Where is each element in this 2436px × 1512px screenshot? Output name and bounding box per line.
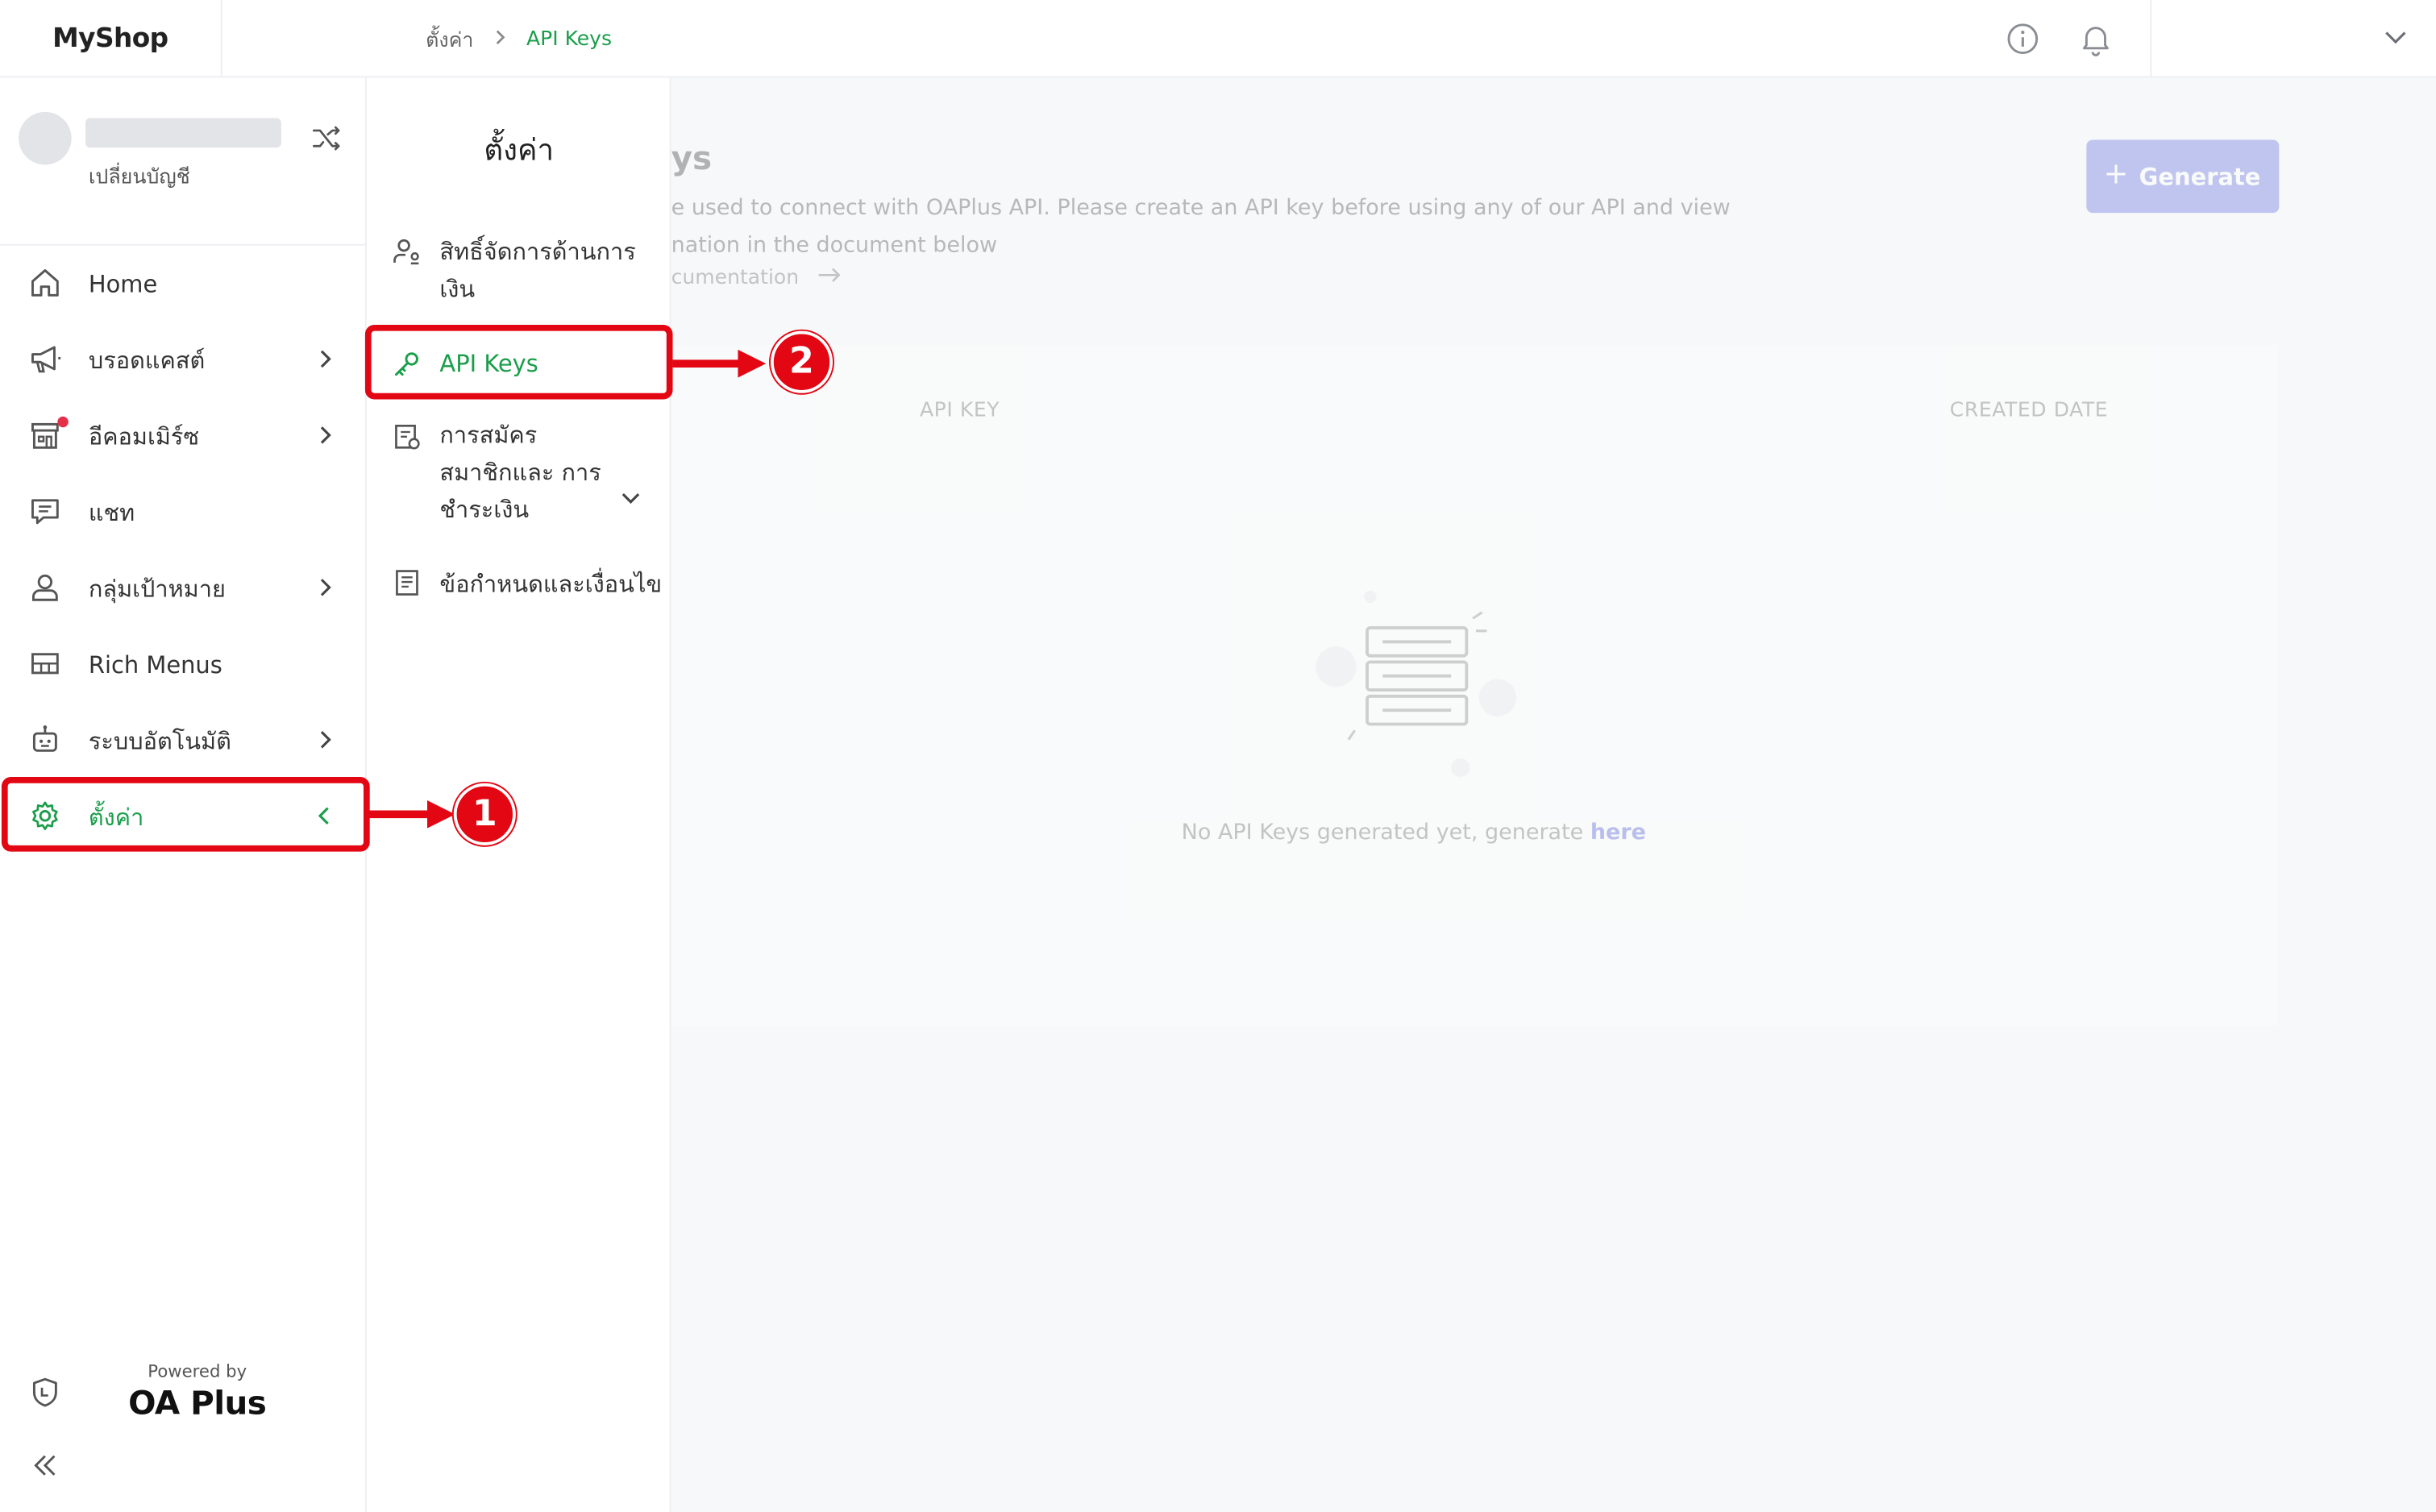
chevron-right-icon [312, 347, 337, 372]
sidebar-item-label: ระบบอัตโนมัติ [88, 726, 231, 755]
callout-number-1: 1 [453, 783, 516, 845]
avatar [19, 111, 72, 165]
callout-highlight-api-keys [364, 324, 673, 400]
column-header-created-date: CREATED DATE [1949, 399, 2109, 423]
shuffle-icon[interactable] [310, 121, 343, 155]
submenu-item-label: การสมัคร [439, 421, 538, 450]
documentation-link-label: cumentation [671, 266, 800, 290]
submenu-item-label-line2: เงิน [439, 275, 476, 303]
sidebar-item-label: Home [88, 269, 158, 298]
app-window: MyShop ตั้งค่า API Keys เปลี่ยนบัญชี Hom… [0, 0, 2436, 1512]
sidebar-item-automation[interactable]: ระบบอัตโนมัติ [0, 703, 367, 779]
breadcrumb-settings[interactable]: ตั้งค่า [426, 23, 473, 56]
powered-by-text: Powered by [148, 1361, 247, 1382]
breadcrumb: ตั้งค่า API Keys [426, 23, 612, 56]
page-description: e used to connect with OAPlus API. Pleas… [671, 189, 1759, 264]
chevron-right-icon [312, 422, 337, 447]
callout-highlight-settings [1, 777, 370, 852]
arrow-right-icon [818, 266, 843, 291]
page-description-line1: e used to connect with OAPlus API. Pleas… [671, 195, 1731, 221]
page-description-line2: nation in the document below [671, 233, 998, 259]
documentation-link[interactable]: cumentation [671, 266, 843, 291]
sidebar-item-home[interactable]: Home [0, 246, 367, 322]
user-icon [28, 571, 62, 604]
layout-icon [28, 646, 62, 680]
submenu-item-label: สิทธิ์จัดการด้านการ [439, 237, 636, 266]
chevron-right-icon [312, 727, 337, 752]
notification-dot [57, 416, 69, 428]
submenu-title: ตั้งค่า [484, 133, 555, 168]
chat-icon [28, 494, 62, 528]
plus-icon [2105, 162, 2126, 190]
home-icon [28, 266, 62, 300]
info-icon[interactable] [2004, 20, 2041, 57]
chevron-down-icon[interactable] [2380, 22, 2412, 53]
app-logo: MyShop [52, 23, 168, 55]
sidebar-nav: Home บรอดแคสต์ อีคอมเมิร์ซ แชท กลุ่มเป้า… [0, 246, 367, 855]
robot-icon [28, 723, 62, 757]
submenu-item-label: ข้อกำหนดและเงื่อนไข [439, 570, 663, 599]
sidebar-item-label: บรอดแคสต์ [88, 346, 206, 374]
sidebar-item-label: แชท [88, 497, 135, 526]
breadcrumb-separator-icon [493, 28, 508, 52]
collapse-sidebar-icon[interactable] [28, 1448, 62, 1482]
switch-account-label[interactable]: เปลี่ยนบัญชี [89, 160, 190, 193]
sidebar-item-label: อีคอมเมิร์ซ [88, 422, 200, 451]
receipt-icon [392, 422, 423, 453]
sidebar-item-rich-menus[interactable]: Rich Menus [0, 626, 367, 702]
page-title: ys [671, 139, 713, 177]
callout-arrow-2 [672, 345, 772, 388]
chevron-down-icon[interactable] [618, 485, 643, 510]
generate-button[interactable]: Generate [2086, 139, 2280, 214]
account-name-placeholder [85, 118, 281, 148]
submenu-item-label-line3: ชำระเงิน [439, 496, 530, 524]
top-header: MyShop ตั้งค่า API Keys [0, 0, 2436, 78]
submenu-item-label-line2: สมาชิกและ การ [439, 458, 601, 487]
logo-area[interactable]: MyShop [0, 0, 222, 78]
column-header-api-key: API KEY [919, 399, 1000, 423]
api-keys-table: API KEY CREATED DATE No API Keys generat… [671, 345, 2278, 1026]
submenu-item-terms[interactable]: ข้อกำหนดและเงื่อนไข [367, 563, 671, 606]
empty-server-icon [1308, 581, 1526, 783]
callout-arrow-1 [368, 795, 462, 839]
sidebar-item-label: Rich Menus [88, 650, 222, 679]
empty-state-text: No API Keys generated yet, generate here [671, 820, 2156, 845]
breadcrumb-api-keys: API Keys [526, 27, 613, 52]
document-icon [392, 567, 423, 599]
generate-button-label: Generate [2139, 162, 2261, 191]
sidebar-item-ecommerce[interactable]: อีคอมเมิร์ซ [0, 398, 367, 474]
chevron-right-icon [312, 575, 337, 600]
generate-here-link[interactable]: here [1590, 820, 1646, 845]
sidebar-item-label: กลุ่มเป้าหมาย [88, 574, 226, 603]
submenu-item-finance-permission[interactable]: สิทธิ์จัดการด้านการ เงิน [367, 230, 671, 317]
sidebar-item-audience[interactable]: กลุ่มเป้าหมาย [0, 550, 367, 626]
main-dimmed-layer: ys e used to connect with OAPlus API. Pl… [671, 77, 2436, 1512]
shield-icon[interactable] [28, 1375, 62, 1409]
callout-number-2: 2 [770, 330, 833, 393]
empty-state-message: No API Keys generated yet, generate [1181, 820, 1590, 845]
main-content: ys e used to connect with OAPlus API. Pl… [671, 77, 2436, 1512]
bell-icon[interactable] [2077, 20, 2114, 57]
submenu-item-subscription-payment[interactable]: การสมัคร สมาชิกและ การ ชำระเงิน [367, 417, 671, 535]
user-permission-icon [392, 236, 423, 268]
header-divider [2150, 0, 2152, 78]
powered-by-block: Powered by OA Plus [96, 1361, 298, 1422]
sidebar-item-broadcast[interactable]: บรอดแคสต์ [0, 322, 367, 397]
oa-plus-logo: OA Plus [128, 1384, 267, 1423]
account-switcher[interactable]: เปลี่ยนบัญชี [0, 77, 367, 246]
sidebar-item-chat[interactable]: แชท [0, 474, 367, 550]
megaphone-icon [28, 342, 62, 376]
